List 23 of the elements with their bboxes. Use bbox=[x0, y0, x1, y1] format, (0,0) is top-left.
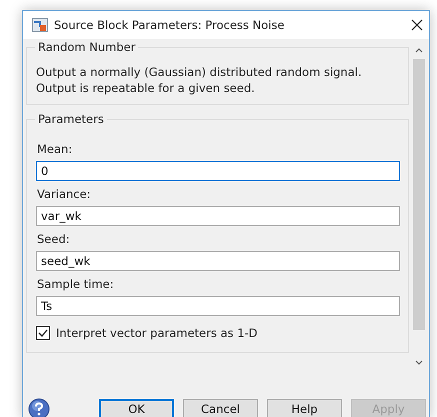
field-label: Sample time: bbox=[37, 277, 115, 291]
field-label: Seed: bbox=[37, 232, 71, 246]
group-title: Parameters bbox=[35, 112, 107, 126]
close-icon[interactable] bbox=[411, 19, 423, 31]
input-field[interactable]: 0 bbox=[36, 161, 400, 181]
checkbox-label: Interpret vector parameters as 1-D bbox=[56, 326, 258, 340]
scroll-up-icon[interactable] bbox=[415, 47, 423, 53]
help-icon[interactable] bbox=[28, 398, 50, 417]
dialog-button[interactable]: Cancel bbox=[183, 398, 258, 417]
dialog-button[interactable]: Help bbox=[267, 398, 342, 417]
input-field[interactable]: Ts bbox=[36, 296, 400, 316]
field-label: Variance: bbox=[37, 187, 92, 201]
input-field[interactable]: var_wk bbox=[36, 206, 400, 226]
description-text: Output a normally (Gaussian) distributed random signal. Output is repeatable for a given seed. bbox=[36, 64, 363, 96]
scrollbar-thumb[interactable] bbox=[413, 59, 425, 330]
app-icon bbox=[32, 18, 48, 32]
input-field[interactable]: seed_wk bbox=[36, 251, 400, 271]
field-label: Mean: bbox=[37, 142, 74, 156]
window-title: Source Block Parameters: Process Noise bbox=[54, 18, 286, 32]
dialog-button[interactable]: OK bbox=[99, 398, 174, 417]
group-title: Random Number bbox=[35, 40, 138, 54]
scroll-down-icon[interactable] bbox=[415, 360, 423, 366]
checkbox[interactable] bbox=[36, 326, 50, 340]
